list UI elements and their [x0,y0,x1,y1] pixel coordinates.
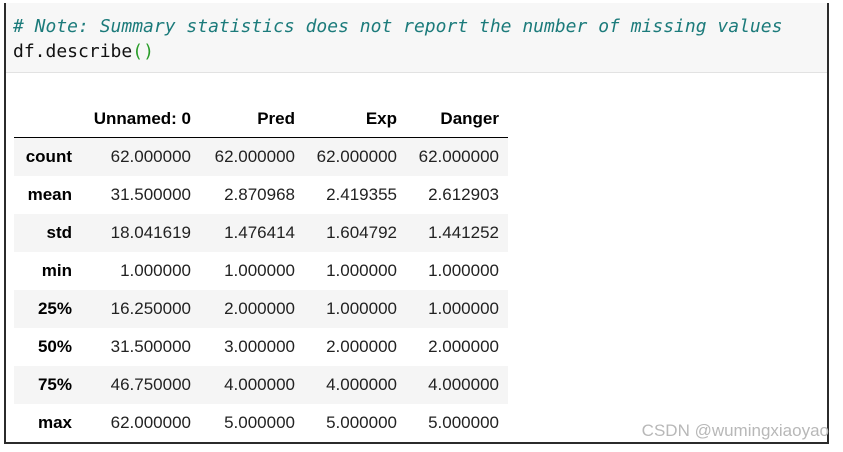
table-header-row: Unnamed: 0 Pred Exp Danger [14,100,508,138]
table-cell: 62.000000 [110,147,191,166]
table-cell: 2.000000 [224,299,295,318]
row-index-label: 50% [37,337,72,356]
watermark-text: CSDN @wumingxiaoyao [641,421,829,440]
table-row: std 18.041619 1.476414 1.604792 1.441252 [14,214,508,252]
table-cell: 46.750000 [110,375,191,394]
table-cell: 1.000000 [326,299,397,318]
table-cell: 31.500000 [110,337,191,356]
table-cell: 1.000000 [428,299,499,318]
code-call-line: df.describe() [13,39,827,64]
table-row: count 62.000000 62.000000 62.000000 62.0… [14,137,508,176]
table-cell: 62.000000 [316,147,397,166]
code-comment-line: # Note: Summary statistics does not repo… [13,16,783,37]
column-header-index [14,100,86,138]
table-cell: 1.441252 [428,223,499,242]
table-cell: 1.000000 [120,261,191,280]
table-cell: 1.476414 [224,223,295,242]
column-header-pred: Pred [193,100,295,138]
open-paren: ( [132,41,144,62]
row-index-label: mean [27,185,72,204]
row-index-label: 25% [37,299,72,318]
describe-output-table: Unnamed: 0 Pred Exp Danger count 62.0000… [14,100,508,442]
table-cell: 1.604792 [326,223,397,242]
close-paren: ) [143,41,154,62]
table-cell: 5.000000 [224,413,295,432]
column-header-exp: Exp [295,100,397,138]
table-row: 75% 46.750000 4.000000 4.000000 4.000000 [14,366,508,404]
table-cell: 2.612903 [428,185,499,204]
table-cell: 1.000000 [428,261,499,280]
table-cell: 18.041619 [110,223,191,242]
table-cell: 3.000000 [224,337,295,356]
table-cell: 62.000000 [110,413,191,432]
table-cell: 2.870968 [224,185,295,204]
table-cell: 1.000000 [224,261,295,280]
table-cell: 4.000000 [428,375,499,394]
table-row: 25% 16.250000 2.000000 1.000000 1.000000 [14,290,508,328]
column-header-unnamed: Unnamed: 0 [86,100,193,138]
table-cell: 1.000000 [326,261,397,280]
row-index-label: max [37,413,72,432]
table-cell: 16.250000 [110,299,191,318]
row-index-label: std [46,223,73,242]
table-cell: 2.000000 [428,337,499,356]
table-cell: 2.000000 [326,337,397,356]
table-row: min 1.000000 1.000000 1.000000 1.000000 [14,252,508,290]
table-cell: 5.000000 [326,413,397,432]
table-cell: 5.000000 [428,413,499,432]
column-header-danger: Danger [397,100,508,138]
table-cell: 62.000000 [418,147,499,166]
table-cell: 2.419355 [326,185,397,204]
table-row: max 62.000000 5.000000 5.000000 5.000000 [14,404,508,442]
row-index-label: 75% [37,375,72,394]
table-cell: 4.000000 [326,375,397,394]
table-row: 50% 31.500000 3.000000 2.000000 2.000000 [14,328,508,366]
table-cell: 4.000000 [224,375,295,394]
code-call-text: df.describe [13,41,133,62]
table-cell: 31.500000 [110,185,191,204]
row-index-label: count [25,147,72,166]
table-row: mean 31.500000 2.870968 2.419355 2.61290… [14,176,508,214]
row-index-label: min [41,261,72,280]
table-cell: 62.000000 [214,147,295,166]
code-input-area[interactable]: # Note: Summary statistics does not repo… [6,3,827,73]
